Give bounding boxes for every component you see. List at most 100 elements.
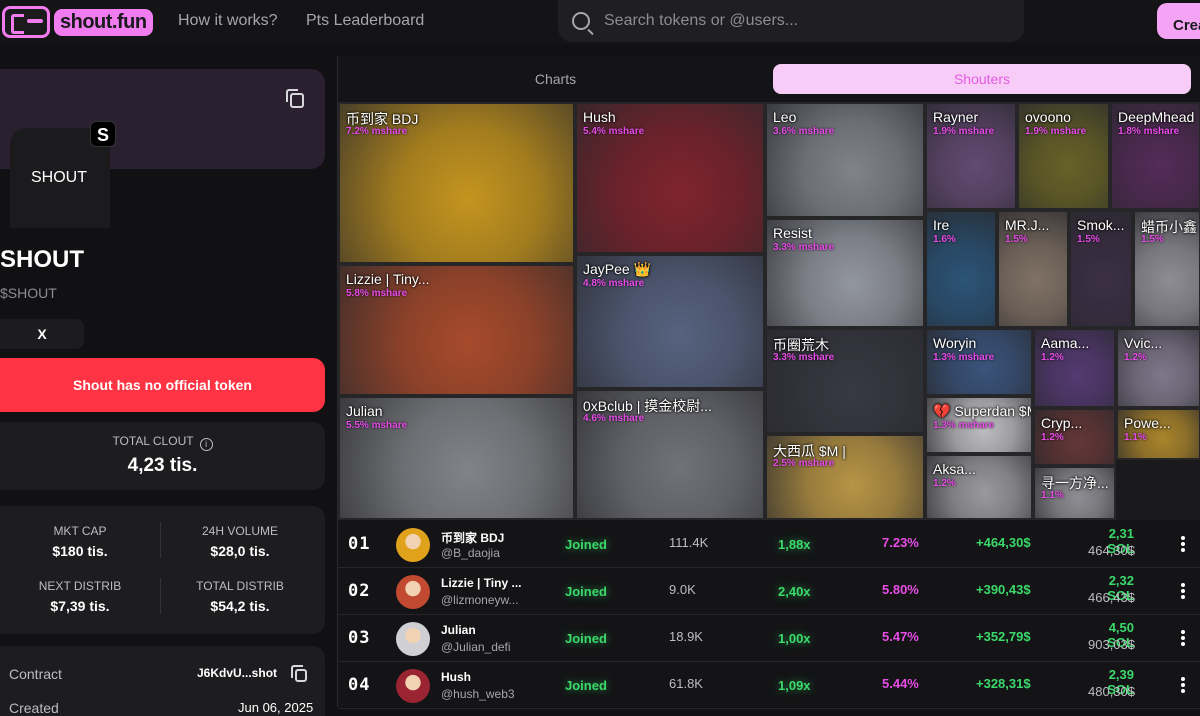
- treemap-cell-share: 5.4% mshare: [583, 126, 645, 137]
- treemap-cell-share: 7.2% mshare: [346, 126, 408, 137]
- logo[interactable]: shout.fun: [2, 6, 153, 38]
- treemap-cell[interactable]: Vvic... 1.2%: [1116, 328, 1200, 408]
- logo-text: shout.fun: [54, 8, 153, 36]
- row-name: Hush: [441, 670, 471, 684]
- treemap-cell-name: Lizzie | Tiny...: [346, 271, 430, 287]
- treemap-cell[interactable]: Aksa... 1.2%: [925, 454, 1033, 520]
- more-options-icon[interactable]: [1181, 536, 1185, 552]
- table-row[interactable]: 04 Hush @hush_web3 Joined 61.8K 1,09x 5.44% +32…: [338, 663, 1200, 709]
- treemap-cell-share: 1.5%: [1077, 234, 1100, 245]
- treemap-cell-name: Hush: [583, 109, 616, 125]
- treemap-cell[interactable]: 大西瓜 $M | 2.5% mshare: [765, 434, 925, 520]
- treemap-cell-share: 1.3% mshare: [933, 420, 995, 431]
- row-name: Lizzie | Tiny ...: [441, 576, 522, 590]
- search-input[interactable]: [604, 12, 1004, 30]
- treemap-cell-name: Powe...: [1124, 415, 1171, 431]
- treemap-cell-share: 1.2%: [1041, 432, 1064, 443]
- row-multiplier: 2,40x: [778, 584, 811, 599]
- treemap-cell[interactable]: 💔 Superdan $M...1.3% mshare: [925, 396, 1033, 454]
- row-usd: 480,30$: [1088, 684, 1135, 699]
- avatar[interactable]: [396, 528, 430, 562]
- treemap-cell-share: 1.6%: [933, 234, 956, 245]
- treemap-cell[interactable]: 币到家 BDJ 7.2% mshare: [338, 102, 575, 264]
- treemap-cell[interactable]: MR.J... 1.5%: [997, 210, 1069, 328]
- tab-shouters[interactable]: Shouters: [773, 64, 1191, 94]
- table-row[interactable]: 02 Lizzie | Tiny ... @lizmoneyw... Joined 9.…: [338, 569, 1200, 615]
- nav-pts-leaderboard[interactable]: Pts Leaderboard: [306, 12, 424, 30]
- row-handle: @lizmoneyw...: [441, 593, 519, 607]
- treemap-cell[interactable]: Julian 5.5% mshare: [338, 396, 575, 520]
- treemap-cell-share: 4.6% mshare: [583, 413, 645, 424]
- treemap-cell[interactable]: Resist 3.3% mshare: [765, 218, 925, 328]
- treemap-cell-share: 3.6% mshare: [773, 126, 835, 137]
- more-options-icon[interactable]: [1181, 677, 1185, 693]
- treemap-cell[interactable]: JayPee 👑 4.8% mshare: [575, 254, 765, 389]
- info-icon[interactable]: i: [199, 438, 213, 451]
- token-name: SHOUT: [0, 246, 84, 273]
- stats-card: MKT CAP $180 tis. 24H VOLUME $28,0 tis. …: [0, 506, 325, 634]
- row-rank: 01: [348, 534, 371, 554]
- treemap-cell-name: Leo: [773, 109, 797, 125]
- token-symbol: $SHOUT: [0, 285, 57, 301]
- treemap-cell-share: 1.9% mshare: [933, 126, 995, 137]
- shouters-table: 01 币到家 BDJ @B_daojia Joined 111.4K 1,88x 7.23%…: [338, 522, 1200, 709]
- search-bar[interactable]: [558, 0, 1024, 42]
- treemap-cell[interactable]: Hush 5.4% mshare: [575, 102, 765, 254]
- treemap-cell[interactable]: Rayner 1.9% mshare: [925, 102, 1017, 210]
- treemap-cell[interactable]: 币圈荒木 3.3% mshare: [765, 328, 925, 434]
- table-row[interactable]: 01 币到家 BDJ @B_daojia Joined 111.4K 1,88x 7.23%…: [338, 522, 1200, 568]
- treemap-cell[interactable]: 蜡币小鑫 1.5%: [1133, 210, 1200, 328]
- stat-next-distrib: NEXT DISTRIB $7,39 tis.: [38, 579, 122, 614]
- treemap-cell-name: Woryin: [933, 335, 977, 351]
- row-share: 5.80%: [882, 582, 919, 597]
- create-button[interactable]: Crea: [1157, 3, 1200, 39]
- copy-contract-icon[interactable]: [291, 665, 307, 682]
- tab-charts[interactable]: Charts: [338, 64, 773, 94]
- treemap-cell-share: 5.5% mshare: [346, 420, 408, 431]
- total-clout-label: TOTAL CLOUT i: [0, 434, 325, 451]
- treemap-cell[interactable]: ovoono 1.9% mshare: [1017, 102, 1110, 210]
- contract-label: Contract: [9, 666, 62, 682]
- row-pnl: +464,30$: [976, 535, 1031, 550]
- treemap-cell-share: 1.1%: [1124, 432, 1147, 443]
- row-rank: 04: [348, 675, 371, 695]
- table-row[interactable]: 03 Julian @Julian_defi Joined 18.9K 1,00x 5.47…: [338, 616, 1200, 662]
- joined-status: Joined: [565, 631, 607, 646]
- treemap-cell[interactable]: Woryin 1.3% mshare: [925, 328, 1033, 396]
- row-handle: @B_daojia: [441, 546, 500, 560]
- main-panel: Charts Shouters 币到家 BDJ 7.2% mshare Hush 5.…: [337, 56, 1200, 709]
- treemap-cell-share: 1.5%: [1141, 234, 1164, 245]
- avatar[interactable]: [396, 669, 430, 703]
- treemap-cell[interactable]: DeepMhead 1.8% mshare: [1110, 102, 1200, 210]
- stat-mkt-cap: MKT CAP $180 tis.: [52, 524, 108, 559]
- treemap-cell-share: 1.1%: [1041, 490, 1064, 501]
- avatar[interactable]: [396, 622, 430, 656]
- treemap-cell[interactable]: 0xBclub | 摸金校尉... 4.6% mshare: [575, 389, 765, 520]
- treemap-cell[interactable]: Ire 1.6%: [925, 210, 997, 328]
- total-clout-card: TOTAL CLOUT i 4,23 tis.: [0, 422, 325, 490]
- treemap-cell[interactable]: 寻一方净... 1.1%: [1033, 466, 1116, 520]
- view-tabs: Charts Shouters: [338, 64, 1200, 94]
- treemap-cell-name: JayPee 👑: [583, 261, 652, 277]
- treemap-cell-name: 💔 Superdan $M...: [933, 403, 1031, 419]
- token-panel: S SHOUT SHOUT $SHOUT X Shout has no offi…: [0, 56, 337, 716]
- treemap-cell[interactable]: Cryp... 1.2%: [1033, 408, 1116, 466]
- stat-24h-volume: 24H VOLUME $28,0 tis.: [201, 524, 279, 559]
- avatar[interactable]: [396, 575, 430, 609]
- treemap-cell[interactable]: Leo 3.6% mshare: [765, 102, 925, 218]
- row-share: 5.44%: [882, 676, 919, 691]
- more-options-icon[interactable]: [1181, 630, 1185, 646]
- treemap-cell[interactable]: Smok... 1.5%: [1069, 210, 1133, 328]
- treemap-cell-name: Aksa...: [933, 461, 976, 477]
- more-options-icon[interactable]: [1181, 583, 1185, 599]
- x-icon: X: [37, 326, 47, 342]
- x-link-button[interactable]: X: [0, 319, 84, 349]
- row-followers: 18.9K: [669, 629, 703, 644]
- treemap-cell[interactable]: Aama... 1.2%: [1033, 328, 1116, 408]
- treemap-cell[interactable]: Powe... 1.1%: [1116, 408, 1200, 460]
- treemap-cell[interactable]: Lizzie | Tiny... 5.8% mshare: [338, 264, 575, 396]
- row-usd: 903,03$: [1088, 637, 1135, 652]
- nav-how-it-works[interactable]: How it works?: [178, 12, 278, 30]
- copy-icon[interactable]: [286, 89, 304, 108]
- contract-address[interactable]: J6KdvU...shot: [197, 666, 277, 680]
